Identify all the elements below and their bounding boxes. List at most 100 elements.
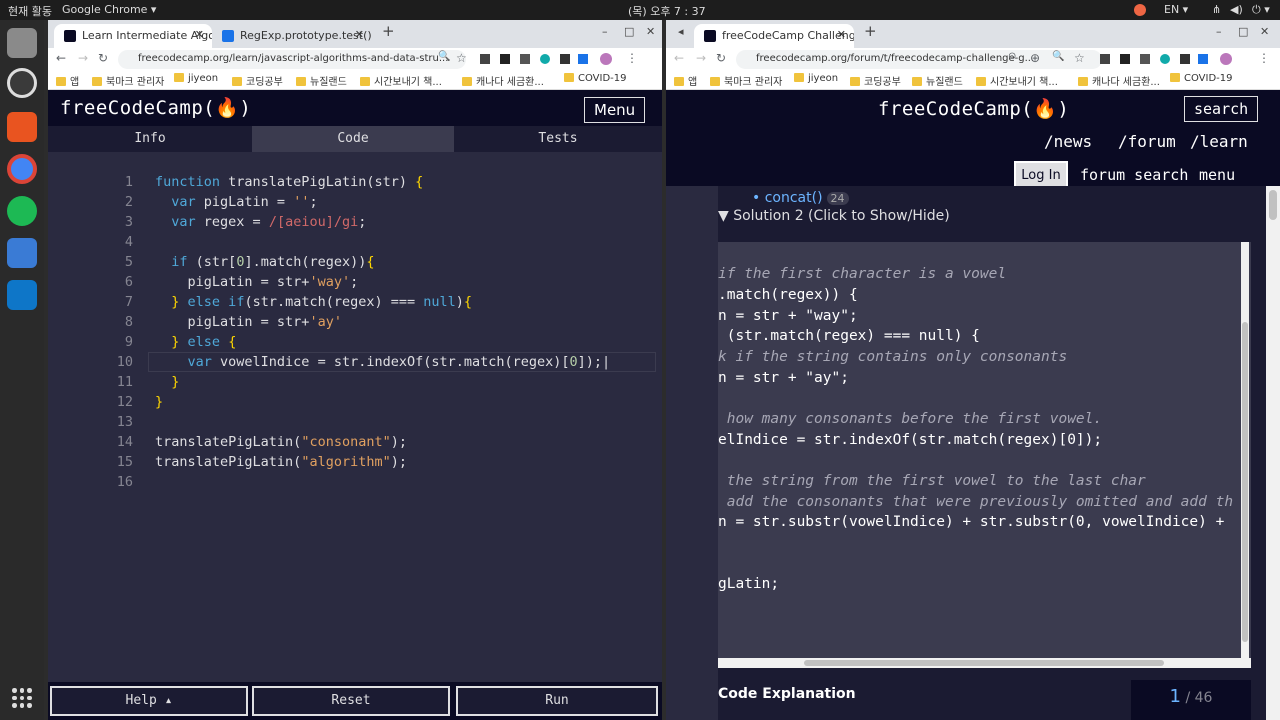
forward-button[interactable]: → xyxy=(696,51,706,65)
minimize-button[interactable]: – xyxy=(1216,25,1222,38)
profile-avatar[interactable] xyxy=(600,53,612,65)
solution-toggle[interactable]: ▼ Solution 2 (Click to Show/Hide) xyxy=(718,208,950,224)
extension-icon[interactable] xyxy=(1120,54,1130,64)
close-window-button[interactable]: ✕ xyxy=(646,25,655,38)
forum-search-link[interactable]: forum search xyxy=(1080,166,1188,184)
close-window-button[interactable]: ✕ xyxy=(1260,25,1269,38)
bookmark-nz[interactable]: 뉴질랜드 xyxy=(912,73,963,88)
new-tab-button[interactable]: + xyxy=(382,22,395,40)
nav-news[interactable]: /news xyxy=(1044,132,1092,151)
app-menu[interactable]: Google Chrome ▾ xyxy=(62,3,156,16)
tab-search-icon[interactable]: ◂ xyxy=(678,25,684,38)
bookmark-books[interactable]: 시간보내기 책... xyxy=(360,73,442,88)
bookmark-coding[interactable]: 코딩공부 xyxy=(850,73,901,88)
kebab-menu-icon[interactable]: ⋮ xyxy=(626,51,638,65)
files-icon[interactable] xyxy=(7,28,37,58)
code-horizontal-scrollbar[interactable] xyxy=(718,658,1251,668)
concat-link[interactable]: • concat() 24 xyxy=(752,190,849,206)
extension-icon[interactable] xyxy=(560,54,570,64)
star-icon[interactable]: ☆ xyxy=(1074,51,1085,65)
address-bar[interactable]: freecodecamp.org/learn/javascript-algori… xyxy=(118,50,466,69)
login-button[interactable]: Log In xyxy=(1014,161,1068,188)
bookmark-jiyeon[interactable]: jiyeon xyxy=(174,73,218,84)
extension-icon[interactable] xyxy=(1140,54,1150,64)
tab-tests[interactable]: Tests xyxy=(454,126,662,152)
settings-icon[interactable]: ⊙ xyxy=(1008,51,1016,62)
obs-icon[interactable] xyxy=(7,68,37,98)
page-scrollbar[interactable] xyxy=(1266,186,1280,720)
network-icon[interactable]: ⋔ xyxy=(1212,3,1221,16)
spotify-icon[interactable] xyxy=(7,196,37,226)
bookmark-manager[interactable]: 북마크 관리자 xyxy=(710,73,782,88)
software-icon[interactable] xyxy=(7,112,37,142)
fcc-logo[interactable]: freeCodeCamp(🔥) xyxy=(878,97,1069,120)
show-apps-icon[interactable] xyxy=(12,688,32,708)
bookmark-jiyeon[interactable]: jiyeon xyxy=(794,73,838,84)
language-indicator[interactable]: EN ▾ xyxy=(1164,3,1188,16)
reload-button[interactable]: ↻ xyxy=(716,51,726,65)
extension-icon[interactable] xyxy=(1180,54,1190,64)
star-icon[interactable]: ☆ xyxy=(456,51,467,65)
activities-button[interactable]: 현재 활동 xyxy=(8,3,52,19)
nav-forum[interactable]: /forum xyxy=(1118,132,1176,151)
bookmark-canada-tax[interactable]: 캐나다 세금환... xyxy=(462,73,544,88)
back-button[interactable]: ← xyxy=(674,51,684,65)
tab-learn[interactable]: Learn Intermediate Algo ✕ xyxy=(54,24,212,48)
menu-button[interactable]: Menu xyxy=(584,97,646,123)
status-icon[interactable] xyxy=(1134,4,1146,16)
bookmark-nz[interactable]: 뉴질랜드 xyxy=(296,73,347,88)
forum-menu-link[interactable]: menu xyxy=(1199,166,1235,184)
reload-button[interactable]: ↻ xyxy=(98,51,108,65)
vscode-icon[interactable] xyxy=(7,280,37,310)
code-editor[interactable]: 1 function translatePigLatin(str) { 2 var… xyxy=(48,152,662,682)
bookmark-manager[interactable]: 북마크 관리자 xyxy=(92,73,164,88)
bookmark-canada-tax[interactable]: 캐나다 세금환... xyxy=(1078,73,1160,88)
profile-avatar[interactable] xyxy=(1220,53,1232,65)
power-icon[interactable]: ⏻ ▾ xyxy=(1252,3,1270,17)
close-tab-icon[interactable]: ✕ xyxy=(195,28,204,41)
tab-forum[interactable]: freeCodeCamp Challenge ✕ xyxy=(694,24,854,48)
tab-info[interactable]: Info xyxy=(48,126,252,152)
topic-progress[interactable]: 1 / 46 xyxy=(1131,680,1251,720)
bookmark-coding[interactable]: 코딩공부 xyxy=(232,73,283,88)
extension-icon[interactable] xyxy=(480,54,490,64)
kebab-menu-icon[interactable]: ⋮ xyxy=(1258,51,1270,65)
new-tab-button[interactable]: + xyxy=(864,22,877,40)
clock[interactable]: (목) 오후 7 : 37 xyxy=(628,3,706,19)
minimize-button[interactable]: – xyxy=(602,25,608,38)
extension-icon[interactable] xyxy=(1198,54,1208,64)
install-icon[interactable]: ⊕ xyxy=(1030,51,1040,65)
tab-regexp[interactable]: RegExp.prototype.test() ✕ xyxy=(212,24,372,48)
help-button[interactable]: Help ▴ xyxy=(50,686,248,716)
chrome-icon[interactable] xyxy=(7,154,37,184)
maximize-button[interactable]: □ xyxy=(1238,25,1248,38)
forward-button[interactable]: → xyxy=(78,51,88,65)
address-bar[interactable]: freecodecamp.org/forum/t/freecodecamp-ch… xyxy=(736,50,1102,69)
run-button[interactable]: Run xyxy=(456,686,658,716)
extension-icon[interactable] xyxy=(1160,54,1170,64)
reset-button[interactable]: Reset xyxy=(252,686,450,716)
volume-icon[interactable]: ◀) xyxy=(1230,3,1243,16)
extension-icon[interactable] xyxy=(540,54,550,64)
extension-icon[interactable] xyxy=(500,54,510,64)
search-icon[interactable]: 🔍 xyxy=(438,51,450,62)
bookmark-covid[interactable]: COVID-19 xyxy=(1170,73,1233,84)
tab-code[interactable]: Code xyxy=(252,126,454,152)
nav-learn[interactable]: /learn xyxy=(1190,132,1248,151)
code-vertical-scrollbar[interactable] xyxy=(1241,242,1249,668)
maximize-button[interactable]: □ xyxy=(624,25,634,38)
bookmark-apps[interactable]: 앱 xyxy=(674,73,697,88)
extension-icon[interactable] xyxy=(578,54,588,64)
bookmark-books[interactable]: 시간보내기 책... xyxy=(976,73,1058,88)
solution-code-block[interactable]: if the first character is a vowel .match… xyxy=(718,242,1251,668)
fcc-logo[interactable]: freeCodeCamp(🔥) xyxy=(60,96,251,119)
close-tab-icon[interactable]: ✕ xyxy=(355,28,364,41)
search-icon[interactable]: 🔍 xyxy=(1052,51,1064,62)
extension-icon[interactable] xyxy=(520,54,530,64)
search-button[interactable]: search xyxy=(1184,96,1259,122)
close-tab-icon[interactable]: ✕ xyxy=(837,28,846,41)
extension-icon[interactable] xyxy=(1100,54,1110,64)
back-button[interactable]: ← xyxy=(56,51,66,65)
writer-icon[interactable] xyxy=(7,238,37,268)
bookmark-covid[interactable]: COVID-19 xyxy=(564,73,627,84)
